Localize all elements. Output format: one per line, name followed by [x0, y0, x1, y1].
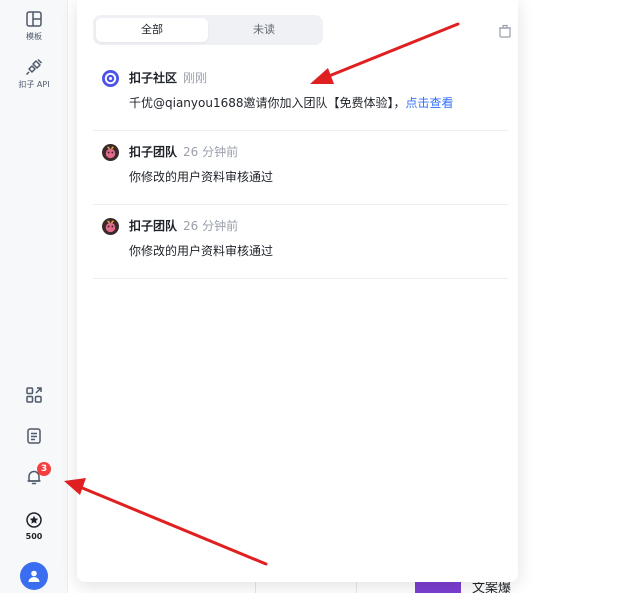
apps-grid-icon [26, 387, 42, 403]
star-coin-icon [26, 512, 42, 528]
tab-all[interactable]: 全部 [96, 18, 208, 42]
credits-count: 500 [25, 532, 43, 541]
sidebar-item-profile[interactable] [0, 562, 68, 590]
notification-message: 千优@qianyou1688邀请你加入团队【免费体验】，点击查看 [129, 94, 454, 111]
notification-message: 你修改的用户资料审核通过 [129, 244, 274, 258]
notification-sender: 扣子社区 [129, 71, 178, 85]
notification-header: 扣子社区 刚刚 [129, 69, 207, 86]
sidebar-item-apps[interactable] [0, 386, 68, 404]
notification-sender: 扣子团队 [129, 219, 178, 233]
clear-all-icon[interactable] [498, 24, 512, 38]
notification-panel: 全部 未读 扣子社区 刚刚 千优@qianyou1688邀请你加入团队【免费体验】… [77, 0, 518, 582]
notification-badge: 3 [37, 462, 51, 476]
plug-icon [25, 58, 43, 76]
notification-sender: 扣子团队 [129, 145, 178, 159]
user-icon [28, 570, 40, 582]
notification-time: 刚刚 [183, 71, 208, 85]
notification-item[interactable]: 扣子社区 刚刚 千优@qianyou1688邀请你加入团队【免费体验】，点击查看 [93, 57, 508, 131]
notification-time: 26 分钟前 [183, 145, 239, 159]
sidebar-item-templates[interactable]: 模板 [0, 10, 68, 42]
document-icon [27, 428, 41, 444]
sidebar-item-api[interactable]: 扣子 API [0, 58, 68, 90]
notification-text: 千优@qianyou1688邀请你加入团队【免费体验】， [129, 96, 406, 110]
notification-tabs: 全部 未读 [93, 15, 323, 45]
team-avatar-icon [102, 218, 119, 235]
left-sidebar: 模板 扣子 API 3 500 [0, 0, 68, 593]
template-icon [26, 11, 42, 27]
sidebar-item-label: 模板 [26, 32, 42, 41]
notification-header: 扣子团队 26 分钟前 [129, 217, 238, 234]
notification-time: 26 分钟前 [183, 219, 239, 233]
notification-item[interactable]: 扣子团队 26 分钟前 你修改的用户资料审核通过 [93, 131, 508, 205]
notification-header: 扣子团队 26 分钟前 [129, 143, 238, 160]
sidebar-item-docs[interactable] [0, 427, 68, 445]
view-details-link[interactable]: 点击查看 [406, 96, 454, 110]
notification-message: 你修改的用户资料审核通过 [129, 170, 274, 184]
community-avatar-icon [102, 70, 119, 87]
background-page-area [518, 0, 637, 593]
tab-unread[interactable]: 未读 [208, 18, 320, 42]
team-avatar-icon [102, 144, 119, 161]
notification-item[interactable]: 扣子团队 26 分钟前 你修改的用户资料审核通过 [93, 205, 508, 279]
sidebar-item-credits[interactable]: 500 [0, 511, 68, 541]
sidebar-item-label: 扣子 API [18, 80, 50, 89]
avatar[interactable] [20, 562, 48, 590]
sidebar-item-notifications[interactable]: 3 [0, 462, 68, 486]
